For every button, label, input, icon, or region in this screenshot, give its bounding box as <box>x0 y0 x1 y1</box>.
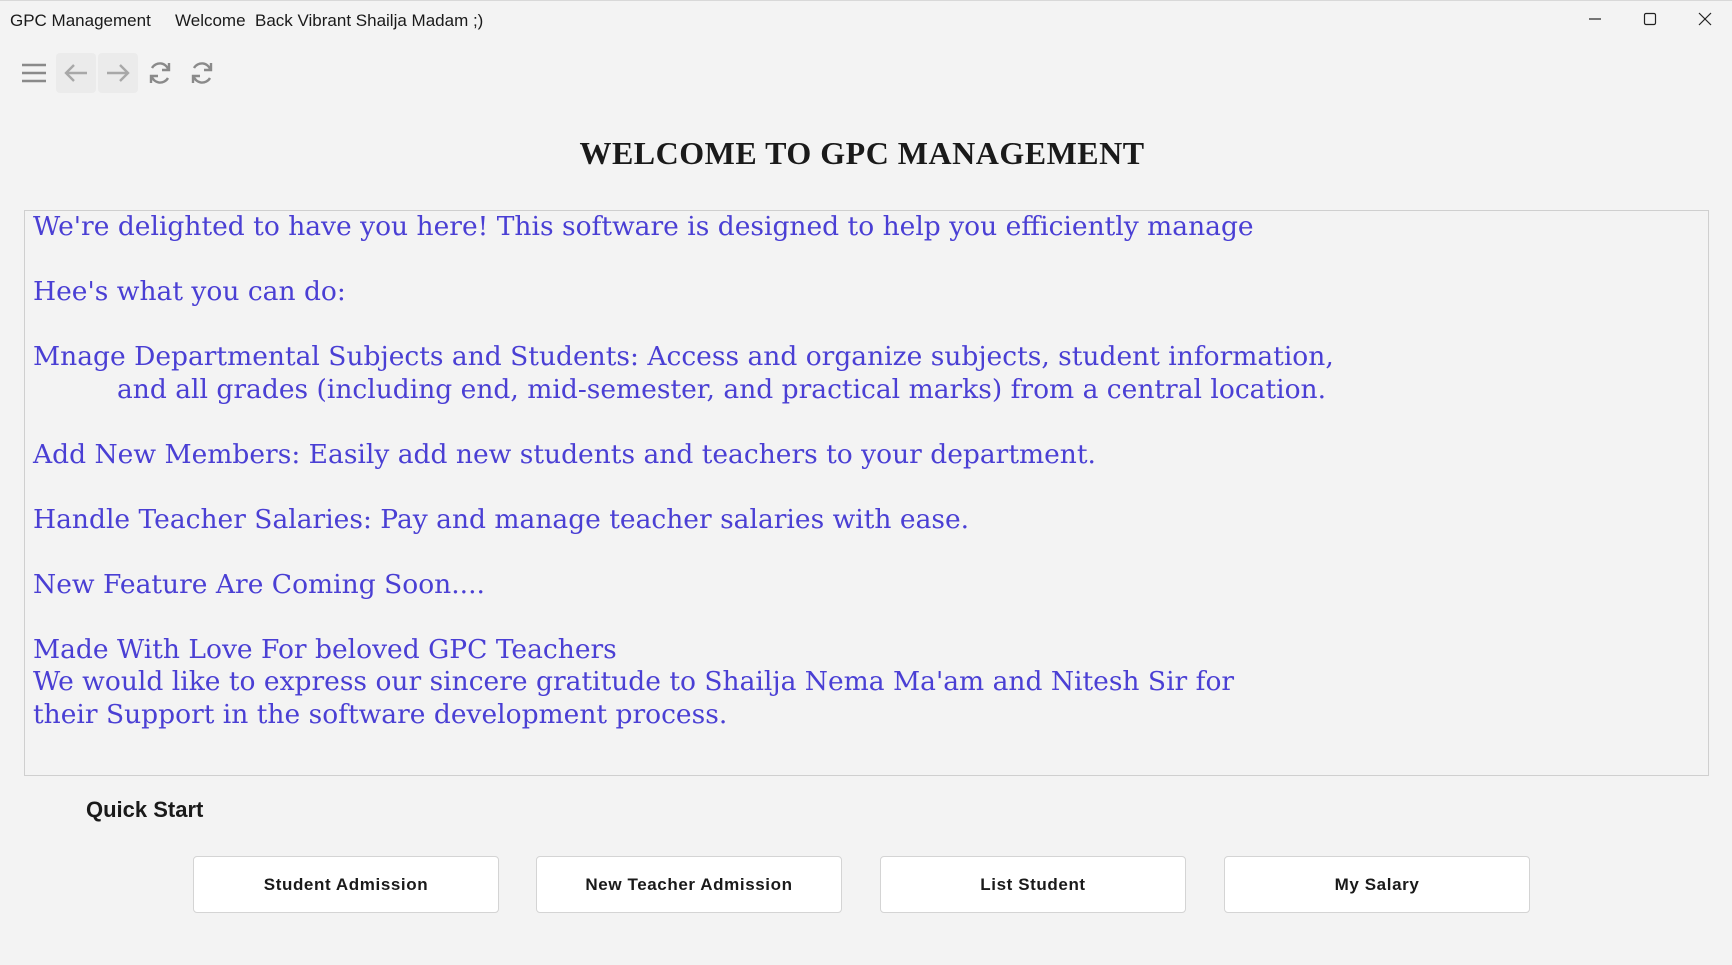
quick-start-label: Quick Start <box>86 797 204 822</box>
refresh-icon <box>149 62 171 84</box>
my-salary-button[interactable]: My Salary <box>1224 856 1530 913</box>
welcome-greeting: Welcome Back Vibrant Shailja Madam ;) <box>175 11 484 30</box>
forward-arrow-icon <box>107 64 130 82</box>
minimize-button[interactable] <box>1567 1 1622 37</box>
menu-icon <box>22 63 46 83</box>
close-button[interactable] <box>1677 1 1732 37</box>
welcome-line-made-with-love: Made With Love For beloved GPC Teachers <box>33 633 617 665</box>
new-teacher-admission-button[interactable]: New Teacher Admission <box>536 856 842 913</box>
welcome-line-salaries: Handle Teacher Salaries: Pay and manage … <box>33 503 970 535</box>
back-arrow-icon <box>64 64 87 82</box>
welcome-text-area[interactable]: We're delighted to have you here! This s… <box>24 210 1709 776</box>
close-icon <box>1698 12 1711 26</box>
app-title: GPC Management <box>10 11 151 30</box>
page-title: WELCOME TO GPC MANAGEMENT <box>579 135 1145 171</box>
maximize-button[interactable] <box>1622 1 1677 37</box>
student-admission-button[interactable]: Student Admission <box>193 856 499 913</box>
reload-button[interactable] <box>182 53 222 93</box>
welcome-line-manage-subjects: Mnage Departmental Subjects and Students… <box>33 341 1334 372</box>
welcome-line-gratitude: We would like to express our sincere gra… <box>33 666 1235 697</box>
forward-button[interactable] <box>98 53 138 93</box>
welcome-line-add-members: Add New Members: Easily add new students… <box>33 438 1096 470</box>
reload-icon <box>191 62 213 84</box>
menu-button[interactable] <box>14 53 54 93</box>
refresh-button[interactable] <box>140 53 180 93</box>
welcome-line-intro: We're delighted to have you here! This s… <box>33 211 1254 242</box>
maximize-icon <box>1643 12 1656 26</box>
welcome-line-coming-soon: New Feature Are Coming Soon.... <box>33 568 485 600</box>
back-button[interactable] <box>56 53 96 93</box>
list-student-button[interactable]: List Student <box>880 856 1186 913</box>
toolbar <box>14 53 222 93</box>
title-bar: GPC Management Welcome Back Vibrant Shai… <box>0 1 1732 39</box>
app-window: GPC Management Welcome Back Vibrant Shai… <box>0 0 1732 965</box>
welcome-line-support: their Support in the software developmen… <box>33 698 728 730</box>
minimize-icon <box>1588 18 1601 20</box>
welcome-line-manage-grades: and all grades (including end, mid-semes… <box>117 373 1327 405</box>
welcome-line-whatyoucando: Hee's what you can do: <box>33 276 346 307</box>
